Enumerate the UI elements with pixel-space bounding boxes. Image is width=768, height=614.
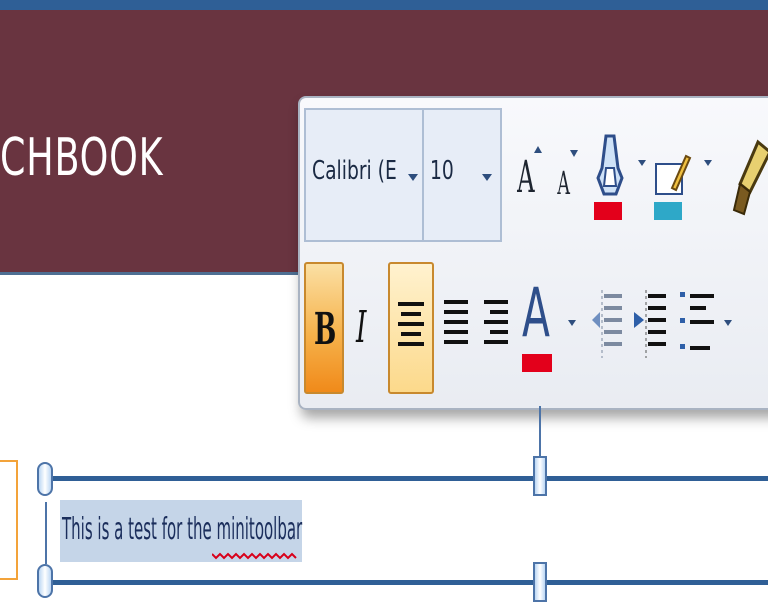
font-name-dropdown-icon[interactable] <box>408 174 418 181</box>
bold-icon: B <box>314 304 337 355</box>
shape-edge[interactable] <box>0 460 18 580</box>
highlight-color-swatch <box>594 202 622 220</box>
font-size-dropdown-icon[interactable] <box>482 174 492 181</box>
grow-font-icon: A <box>517 152 535 203</box>
format-painter-button[interactable] <box>728 132 768 222</box>
header-title: CHBOOK <box>0 128 164 188</box>
italic-button[interactable]: I <box>350 262 382 394</box>
font-name-combo[interactable]: Calibri (E <box>304 108 426 242</box>
bullets-dropdown-icon[interactable] <box>724 320 732 326</box>
bullets-icon <box>680 292 714 350</box>
window-top-border <box>0 0 768 10</box>
align-left-button[interactable] <box>440 262 472 394</box>
shrink-arrow-icon <box>570 150 578 157</box>
align-center-button[interactable] <box>388 262 434 394</box>
mini-toolbar: Calibri (E 10 A A B I A <box>298 96 768 410</box>
horizontal-rule-top <box>52 476 768 481</box>
align-center-icon <box>398 302 424 352</box>
font-name-value: Calibri (E <box>312 156 397 186</box>
grow-arrow-icon <box>534 146 542 153</box>
shading-dropdown-icon[interactable] <box>704 160 712 166</box>
font-color-button[interactable]: A <box>518 274 558 384</box>
spelling-error-underline <box>212 552 297 560</box>
shading-color-button[interactable] <box>652 128 692 228</box>
font-size-combo[interactable]: 10 <box>422 108 502 242</box>
font-color-icon: A <box>522 274 550 353</box>
align-left-icon <box>444 300 468 350</box>
decrease-indent-button[interactable] <box>590 262 626 394</box>
italic-icon: I <box>356 302 367 353</box>
align-right-icon <box>484 300 508 350</box>
grow-font-button[interactable]: A <box>508 146 548 206</box>
align-right-button[interactable] <box>480 262 512 394</box>
shrink-font-button[interactable]: A <box>550 150 586 210</box>
horizontal-rule-bottom <box>52 580 768 585</box>
format-painter-icon <box>732 139 768 216</box>
increase-indent-button[interactable] <box>632 262 670 394</box>
highlight-dropdown-icon[interactable] <box>638 160 646 166</box>
bold-button[interactable]: B <box>304 262 344 394</box>
font-color-dropdown-icon[interactable] <box>568 320 576 326</box>
highlight-button[interactable] <box>592 128 632 228</box>
toolbar-connector-line <box>539 406 541 458</box>
selection-edge <box>45 502 47 564</box>
resize-handle-top-middle[interactable] <box>533 456 547 496</box>
font-color-swatch <box>522 354 552 372</box>
resize-handle-bottom-left[interactable] <box>37 564 53 598</box>
increase-indent-icon <box>634 290 666 358</box>
resize-handle-top-left[interactable] <box>37 462 53 496</box>
document-text: This is a test for the minitoolbar <box>62 512 303 547</box>
bullets-button[interactable] <box>676 262 718 394</box>
resize-handle-bottom-middle[interactable] <box>533 562 547 602</box>
font-size-value: 10 <box>430 156 454 186</box>
shrink-font-icon: A <box>557 164 570 202</box>
shading-color-swatch <box>654 202 682 220</box>
decrease-indent-icon <box>592 290 622 358</box>
